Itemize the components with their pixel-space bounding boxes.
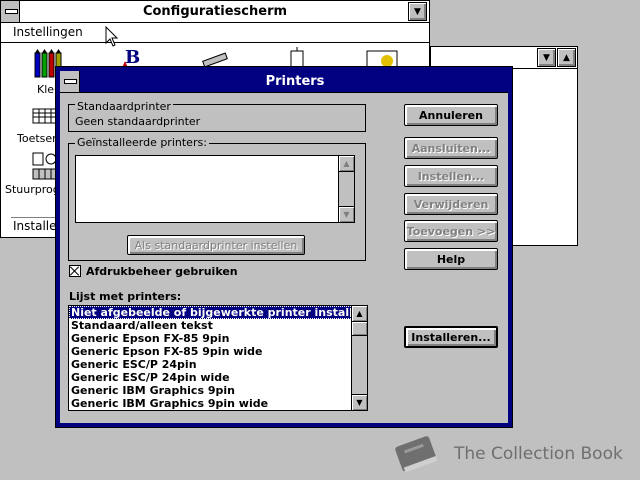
system-menu-icon[interactable] [1,1,20,22]
set-default-button[interactable]: Als standaardprinter instellen [127,235,305,255]
minimize-icon[interactable]: ▼ [537,48,556,67]
add-button[interactable]: Toevoegen >> [404,220,498,242]
installed-printers-list[interactable]: ▲ ▼ [75,155,355,223]
printer-list-label: Lijst met printers: [69,290,182,303]
system-menu-icon[interactable] [60,71,80,92]
default-printer-label: Standaardprinter [75,100,173,113]
printer-list-item[interactable]: Generic Epson FX-85 9pin [69,332,351,345]
installed-scrollbar[interactable]: ▲ ▼ [338,156,354,222]
printer-list-item[interactable]: Generic IBM Graphics 9pin [69,384,351,397]
printer-list-item[interactable]: Generic Epson FX-85 9pin wide [69,345,351,358]
scroll-up-icon[interactable]: ▲ [352,306,367,322]
connect-button[interactable]: Aansluiten... [404,137,498,159]
menu-instellingen[interactable]: Instellingen [13,25,83,39]
print-manager-checkbox[interactable] [69,265,81,277]
printer-list-item[interactable]: Niet afgebeelde of bijgewerkte printer i… [69,306,367,319]
svg-text:B: B [125,47,140,68]
maximize-icon[interactable]: ▲ [557,48,576,67]
icon-label-keyboard: Toetsen [17,132,60,145]
minimize-icon[interactable]: ▼ [408,2,427,21]
watermark-text: The Collection Book [454,444,623,464]
scroll-down-icon[interactable]: ▼ [352,394,367,410]
help-button[interactable]: Help [404,248,498,270]
installed-printers-group: Geïnstalleerde printers: ▲ ▼ Als standaa… [68,136,366,261]
cancel-button[interactable]: Annuleren [404,104,498,126]
scroll-down-icon[interactable]: ▼ [339,206,354,222]
watermark: The Collection Book [388,430,640,478]
printer-list-scrollbar[interactable]: ▲ ▼ [351,306,367,410]
printers-title: Printers [265,74,325,89]
install-button[interactable]: Installeren... [404,326,498,348]
book-icon [390,432,446,476]
control-panel-title: Configuratiescherm [142,4,288,19]
printer-list-item[interactable]: Standaard/alleen tekst [69,319,351,332]
installed-printers-label: Geïnstalleerde printers: [75,136,209,149]
scroll-up-icon[interactable]: ▲ [339,156,354,172]
mouse-cursor-icon [105,25,119,48]
printers-titlebar[interactable]: Printers [60,71,508,93]
control-panel-menubar: Instellingen [1,23,429,43]
printer-list-item[interactable]: Generic IBM Graphics 9pin wide [69,397,351,410]
printer-list-item[interactable]: Generic ESC/P 24pin wide [69,371,351,384]
remove-button[interactable]: Verwijderen [404,193,498,215]
default-printer-value: Geen standaardprinter [75,115,201,128]
printer-list-item[interactable]: Generic ESC/P 24pin [69,358,351,371]
printer-list[interactable]: Niet afgebeelde of bijgewerkte printer i… [68,305,368,411]
control-panel-titlebar[interactable]: Configuratiescherm ▼ [1,1,429,23]
background-window-titlebar[interactable]: ▼ ▲ [431,47,577,69]
default-printer-group: Standaardprinter Geen standaardprinter [68,100,366,132]
printers-dialog: Printers Standaardprinter Geen standaard… [55,66,513,428]
printer-list-rows: Niet afgebeelde of bijgewerkte printer i… [69,306,367,410]
scroll-thumb[interactable] [352,322,367,336]
print-manager-label: Afdrukbeheer gebruiken [86,265,238,278]
setup-button[interactable]: Instellen... [404,165,498,187]
